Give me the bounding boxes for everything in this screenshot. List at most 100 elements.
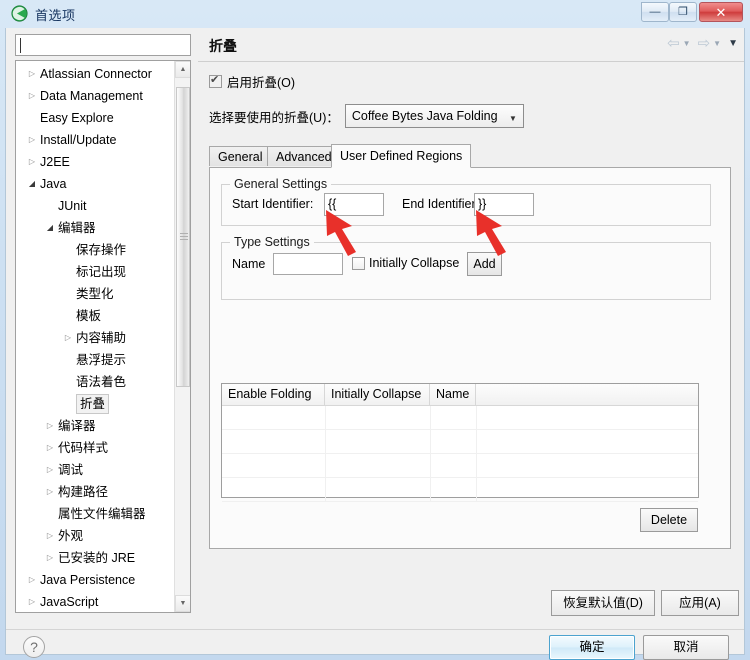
initially-collapse-label: Initially Collapse <box>369 256 460 270</box>
chevron-right-icon[interactable]: ▷ <box>26 151 38 173</box>
ok-button[interactable]: 确定 <box>549 635 635 660</box>
initially-collapse-checkbox[interactable] <box>352 257 365 270</box>
tree-item-label: 编译器 <box>58 419 96 433</box>
scroll-down-icon[interactable]: ▼ <box>175 595 190 612</box>
scroll-up-icon[interactable]: ▲ <box>175 61 190 78</box>
tree-item-label: 类型化 <box>76 287 114 301</box>
column-initially-collapse[interactable]: Initially Collapse <box>325 384 430 405</box>
type-name-input[interactable] <box>273 253 343 275</box>
enable-folding-checkbox[interactable] <box>209 73 222 88</box>
add-button[interactable]: Add <box>467 252 502 276</box>
forward-dropdown-icon[interactable]: ▼ <box>713 39 721 48</box>
chevron-right-icon[interactable]: ▷ <box>26 591 38 612</box>
page-menu-icon[interactable]: ▼ <box>728 38 738 49</box>
filter-input[interactable] <box>15 34 191 56</box>
text-caret <box>20 38 21 53</box>
tree-scrollbar[interactable]: ▲ ▼ <box>174 61 190 612</box>
chevron-right-icon[interactable]: ▷ <box>26 85 38 107</box>
tab-general[interactable]: General <box>209 146 272 166</box>
tree-item[interactable]: 保存操作 <box>16 239 176 261</box>
forward-arrow-icon[interactable]: ⇨ <box>698 36 711 51</box>
chevron-right-icon[interactable]: ▷ <box>26 129 38 151</box>
tree-item[interactable]: 标记出现 <box>16 261 176 283</box>
table-row[interactable] <box>222 406 698 430</box>
tree-item-label: 属性文件编辑器 <box>58 507 146 521</box>
column-name[interactable]: Name <box>430 384 476 405</box>
tree-item[interactable]: ▷ Atlassian Connector <box>16 63 176 85</box>
tree-item[interactable]: 折叠 <box>16 393 176 415</box>
preferences-tree[interactable]: ▷ Atlassian Connector ▷ Data Management Easy… <box>15 60 191 613</box>
restore-defaults-button[interactable]: 恢复默认值(D) <box>551 590 655 616</box>
general-settings-title: General Settings <box>230 177 332 191</box>
table-row[interactable] <box>222 478 698 502</box>
chevron-down-icon[interactable]: ◢ <box>26 173 38 195</box>
tree-item[interactable]: ▷ Java Persistence <box>16 569 176 591</box>
back-arrow-icon[interactable]: ⇦ <box>667 36 680 51</box>
tree-item[interactable]: 悬浮提示 <box>16 349 176 371</box>
tree-item[interactable]: ▷ 外观 <box>16 525 176 547</box>
tree-item-label: 折叠 <box>76 394 110 414</box>
tree-item[interactable]: ▷ J2EE <box>16 151 176 173</box>
help-icon[interactable]: ? <box>23 636 45 658</box>
tab-panel: General Settings Start Identifier: {{ En… <box>209 167 731 549</box>
page-nav-icons: ⇦ ▼ ⇨ ▼ ▼ <box>667 36 738 51</box>
column-enable-folding[interactable]: Enable Folding <box>222 384 325 405</box>
chevron-right-icon[interactable]: ▷ <box>26 569 38 591</box>
tree-item[interactable]: 类型化 <box>16 283 176 305</box>
chevron-right-icon[interactable]: ▷ <box>44 525 56 547</box>
tab-user-defined-regions[interactable]: User Defined Regions <box>331 144 472 168</box>
folding-provider-row: 选择要使用的折叠(U)： Coffee Bytes Java Folding ▼ <box>209 104 524 128</box>
folding-provider-label: 选择要使用的折叠(U)： <box>209 110 339 125</box>
tree-item[interactable]: ▷ 已安装的 JRE <box>16 547 176 569</box>
enable-folding-row[interactable]: 启用折叠(O) <box>209 72 295 91</box>
start-identifier-input[interactable]: {{ <box>324 193 384 216</box>
cancel-button[interactable]: 取消 <box>643 635 729 660</box>
cell-separator <box>476 406 477 429</box>
tab-advanced[interactable]: Advanced <box>267 146 341 166</box>
back-dropdown-icon[interactable]: ▼ <box>683 39 691 48</box>
tree-item[interactable]: ◢ Java <box>16 173 176 195</box>
tree-item[interactable]: ▷ JavaScript <box>16 591 176 612</box>
tree-item[interactable]: ▷ 编译器 <box>16 415 176 437</box>
tree-item[interactable]: ▷ Data Management <box>16 85 176 107</box>
tree-item-label: Java <box>40 177 67 191</box>
tree-item[interactable]: 属性文件编辑器 <box>16 503 176 525</box>
cell-separator <box>476 454 477 477</box>
chevron-right-icon[interactable]: ▷ <box>62 327 74 349</box>
tree-item[interactable]: Easy Explore <box>16 107 176 129</box>
close-button[interactable]: ✕ <box>699 2 743 22</box>
chevron-right-icon[interactable]: ▷ <box>26 63 38 85</box>
scrollbar-thumb[interactable] <box>176 87 190 387</box>
type-name-label: Name <box>232 257 266 271</box>
apply-button[interactable]: 应用(A) <box>661 590 739 616</box>
cell-separator <box>430 430 431 453</box>
tree-item[interactable]: ◢ 编辑器 <box>16 217 176 239</box>
tree-item[interactable]: ▷ 调试 <box>16 459 176 481</box>
tree-item-list: ▷ Atlassian Connector ▷ Data Management Easy… <box>16 63 176 612</box>
tree-item[interactable]: JUnit <box>16 195 176 217</box>
table-row[interactable] <box>222 454 698 478</box>
delete-button[interactable]: Delete <box>640 508 698 532</box>
regions-table[interactable]: Enable Folding Initially Collapse Name <box>221 383 699 502</box>
chevron-right-icon[interactable]: ▷ <box>44 481 56 503</box>
minimize-button[interactable]: — <box>641 2 669 22</box>
table-row[interactable] <box>222 430 698 454</box>
chevron-right-icon[interactable]: ▷ <box>44 547 56 569</box>
tree-item-label: 标记出现 <box>76 265 127 279</box>
cell-separator <box>430 454 431 477</box>
bottom-separator <box>6 629 744 630</box>
tree-item[interactable]: ▷ 构建路径 <box>16 481 176 503</box>
end-identifier-input[interactable]: }} <box>474 193 534 216</box>
tree-item[interactable]: 语法着色 <box>16 371 176 393</box>
tree-item[interactable]: ▷ 代码样式 <box>16 437 176 459</box>
chevron-right-icon[interactable]: ▷ <box>44 437 56 459</box>
tree-item[interactable]: 模板 <box>16 305 176 327</box>
tree-item-label: Data Management <box>40 89 143 103</box>
chevron-right-icon[interactable]: ▷ <box>44 415 56 437</box>
chevron-down-icon[interactable]: ◢ <box>44 217 56 239</box>
maximize-button[interactable]: ❐ <box>669 2 697 22</box>
tree-item[interactable]: ▷ Install/Update <box>16 129 176 151</box>
chevron-right-icon[interactable]: ▷ <box>44 459 56 481</box>
tree-item[interactable]: ▷ 内容辅助 <box>16 327 176 349</box>
folding-provider-select[interactable]: Coffee Bytes Java Folding ▼ <box>344 104 524 128</box>
